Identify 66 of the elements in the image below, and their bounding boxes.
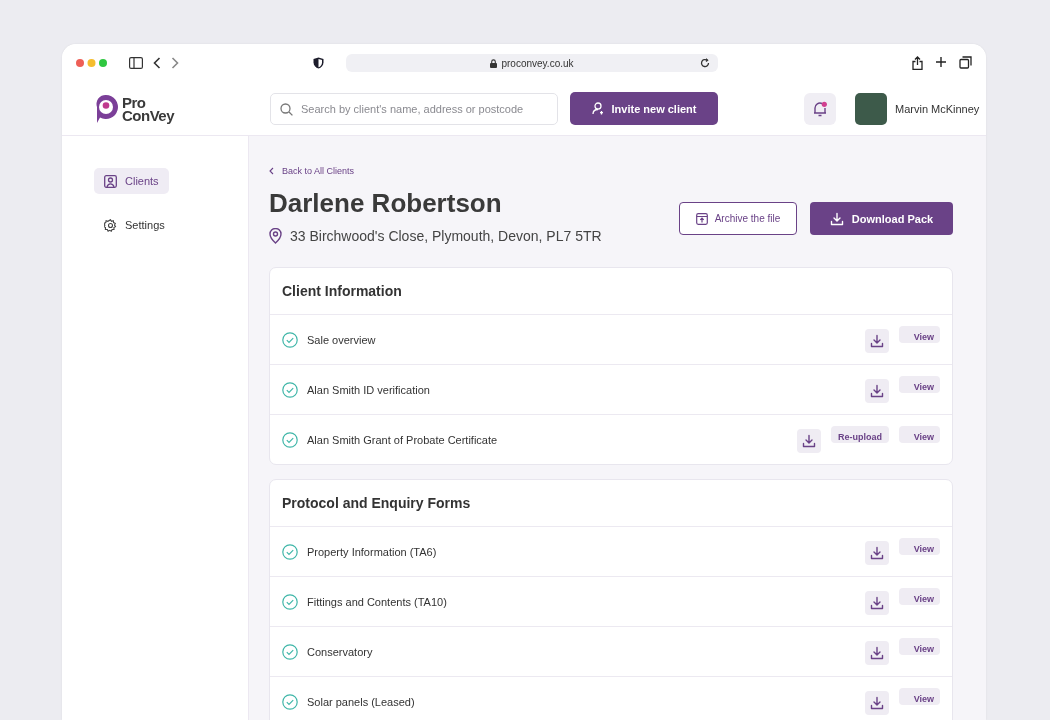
chevron-left-icon: [269, 167, 274, 175]
view-button[interactable]: View: [899, 426, 940, 443]
download-button[interactable]: [865, 379, 889, 403]
archive-button[interactable]: Archive the file: [679, 202, 797, 235]
sidebar-toggle-icon[interactable]: [129, 57, 143, 69]
document-name: Alan Smith ID verification: [307, 383, 431, 396]
shield-icon[interactable]: [313, 57, 324, 69]
logo-text: ConVey: [122, 108, 175, 122]
view-button[interactable]: View: [899, 588, 940, 605]
client-name: Darlene Robertson: [269, 188, 503, 218]
reload-icon[interactable]: [700, 58, 710, 68]
location-pin-icon: [269, 228, 282, 244]
avatar-photo-placeholder[interactable]: [855, 92, 887, 125]
share-icon[interactable]: [912, 56, 923, 70]
view-button[interactable]: View: [899, 538, 940, 555]
add-user-icon: [591, 102, 605, 115]
download-pack-button[interactable]: Download Pack: [810, 202, 953, 235]
forward-icon[interactable]: [171, 57, 179, 69]
download-button[interactable]: [865, 641, 889, 665]
view-button[interactable]: View: [899, 638, 940, 655]
download-button[interactable]: [797, 429, 821, 453]
section-title: Client Information: [270, 268, 952, 315]
document-name: Solar panels (Leased): [307, 695, 416, 708]
notifications-button[interactable]: [804, 92, 836, 125]
search-icon: [280, 102, 293, 116]
tabs-overview-icon[interactable]: [959, 56, 972, 69]
document-name: Property Information (TA6): [307, 545, 438, 558]
back-link[interactable]: Back to All Clients: [269, 166, 355, 176]
address-bar[interactable]: proconvey.co.uk: [346, 54, 718, 72]
download-icon: [870, 384, 884, 398]
view-button[interactable]: View: [899, 376, 940, 393]
user-name: Marvin McKinney: [895, 102, 980, 115]
download-icon: [870, 646, 884, 660]
re-upload-button[interactable]: Re-upload: [831, 426, 889, 443]
download-button[interactable]: [865, 691, 889, 715]
client-address: 33 Birchwood's Close, Plymouth, Devon, PL7 5TR: [290, 228, 602, 244]
view-button[interactable]: View: [899, 688, 940, 705]
download-icon: [802, 434, 816, 448]
view-button[interactable]: View: [899, 326, 940, 343]
sidebar-item[interactable]: Settings: [94, 212, 175, 238]
archive-icon: [695, 212, 708, 225]
document-name: Conservatory: [307, 645, 374, 658]
download-icon: [870, 546, 884, 560]
logo-text: Pro: [122, 95, 147, 109]
download-icon: [870, 334, 884, 348]
bell-icon: [812, 100, 828, 117]
document-name: Alan Smith Grant of Probate Certificate: [307, 433, 499, 446]
download-button[interactable]: [865, 591, 889, 615]
download-icon: [870, 696, 884, 710]
section-title: Protocol and Enquiry Forms: [270, 480, 952, 527]
settings-icon: [104, 218, 117, 232]
download-icon: [829, 211, 844, 226]
invite-new-client-button[interactable]: Invite new client: [570, 92, 718, 125]
window-controls-icon[interactable]: [76, 59, 107, 67]
back-icon[interactable]: [153, 57, 161, 69]
download-button[interactable]: [865, 329, 889, 353]
download-button[interactable]: [865, 541, 889, 565]
search-field[interactable]: Search by client's name, address or postcode: [270, 92, 558, 125]
user-icon: [104, 174, 117, 188]
document-name: Fittings and Contents (TA10): [307, 595, 448, 608]
url-text: proconvey.co.uk: [501, 57, 574, 69]
new-tab-icon[interactable]: [935, 56, 947, 68]
sidebar-item[interactable]: Clients: [94, 168, 169, 194]
download-icon: [870, 596, 884, 610]
lock-icon: [490, 58, 498, 68]
document-name: Sale overview: [307, 333, 377, 346]
